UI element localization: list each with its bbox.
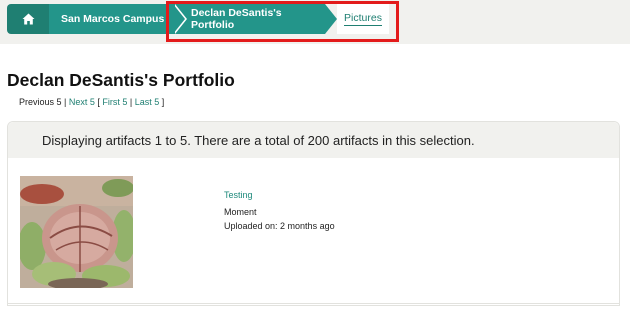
pager-separator: | [127, 97, 135, 107]
pager-separator: | [61, 97, 69, 107]
artifact-upload-date: Uploaded on: 2 months ago [224, 221, 335, 231]
last-5-link[interactable]: Last 5 [135, 97, 160, 107]
home-icon [22, 13, 34, 25]
pagination: Previous 5 | Next 5 [ First 5 | Last 5 ] [19, 97, 164, 107]
plant-photo-image [20, 176, 133, 288]
top-navigation-bar: San Marcos Campus Declan DeSantis's Port… [0, 0, 630, 44]
home-button[interactable] [7, 4, 49, 34]
pager-bracket-close: ] [159, 97, 165, 107]
breadcrumb-campus-link[interactable]: San Marcos Campus [49, 4, 175, 34]
artifact-thumbnail[interactable] [20, 176, 133, 288]
highlight-box [166, 1, 399, 42]
next-5-link[interactable]: Next 5 [69, 97, 95, 107]
divider [8, 303, 619, 304]
artifact-title-link[interactable]: Testing [224, 190, 253, 200]
page-title: Declan DeSantis's Portfolio [7, 70, 235, 90]
artifact-type: Moment [224, 207, 257, 217]
results-summary: Displaying artifacts 1 to 5. There are a… [8, 122, 619, 158]
first-5-link[interactable]: First 5 [102, 97, 127, 107]
artifacts-panel: Displaying artifacts 1 to 5. There are a… [7, 121, 620, 306]
previous-5-label: Previous 5 [19, 97, 62, 107]
